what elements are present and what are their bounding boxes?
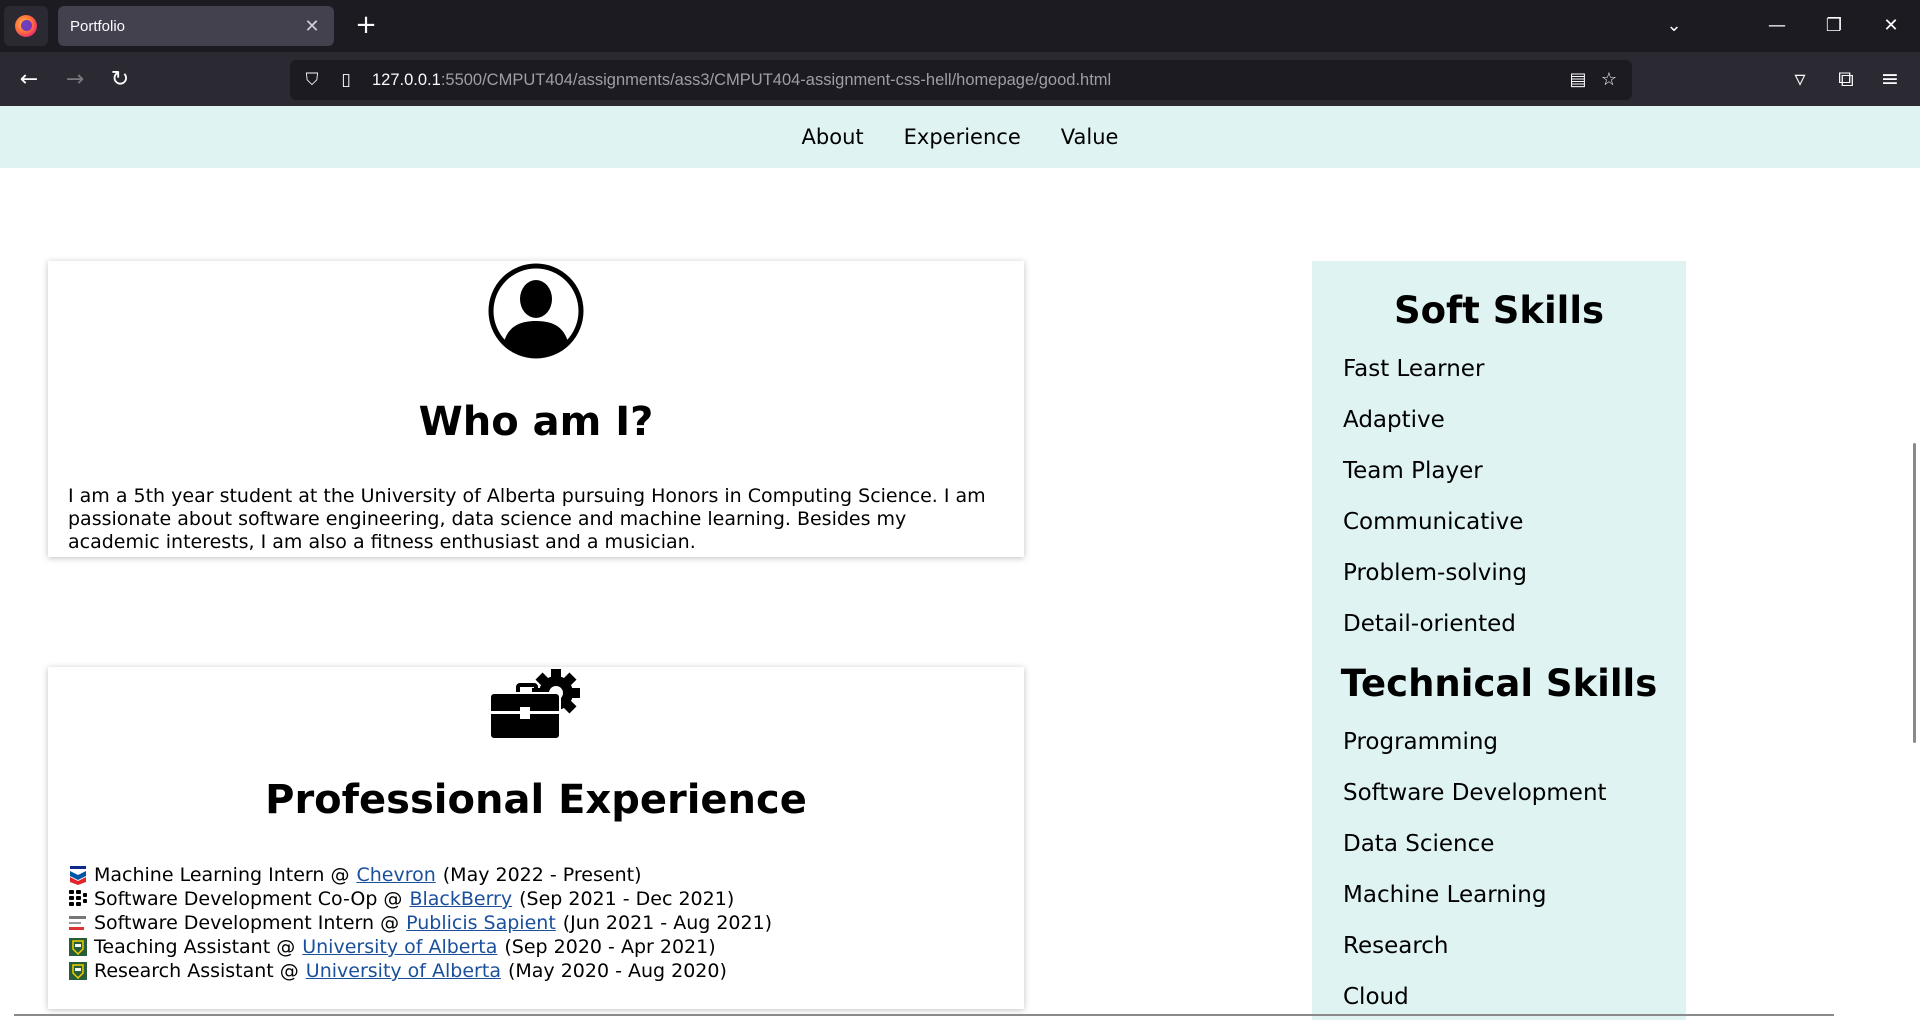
soft-skill-item: Adaptive bbox=[1343, 407, 1445, 433]
experience-role: Teaching Assistant @ bbox=[94, 936, 296, 958]
close-window-icon[interactable]: ✕ bbox=[1876, 12, 1906, 40]
technical-skill-item: Data Science bbox=[1343, 831, 1495, 857]
nav-link-about[interactable]: About bbox=[802, 125, 864, 149]
app-menu-icon[interactable]: ≡ bbox=[1876, 66, 1904, 94]
technical-skill-item: Research bbox=[1343, 933, 1449, 959]
url-text[interactable]: 127.0.0.1:5500/CMPUT404/assignments/ass3… bbox=[372, 71, 1111, 90]
experience-role: Research Assistant @ bbox=[94, 960, 299, 982]
technical-skills-title: Technical Skills bbox=[1340, 662, 1658, 705]
soft-skill-item: Communicative bbox=[1343, 509, 1524, 535]
url-path: :5500/CMPUT404/assignments/ass3/CMPUT404… bbox=[440, 70, 1112, 89]
list-tabs-icon[interactable]: ⌄ bbox=[1659, 12, 1689, 40]
soft-skill-item: Fast Learner bbox=[1343, 356, 1485, 382]
new-tab-icon[interactable]: + bbox=[350, 10, 382, 42]
url-host: 127.0.0.1 bbox=[372, 70, 441, 89]
back-icon[interactable]: ← bbox=[15, 66, 43, 94]
web-page: About Experience Value Who am I? I am a … bbox=[0, 106, 1920, 1020]
technical-skill-item: Cloud bbox=[1343, 984, 1409, 1010]
restore-icon[interactable]: ❐ bbox=[1819, 12, 1849, 40]
shield-icon[interactable]: ⛉ bbox=[300, 70, 324, 90]
soft-skill-item: Team Player bbox=[1343, 458, 1483, 484]
bookmark-star-icon[interactable]: ☆ bbox=[1597, 69, 1621, 90]
browser-tab[interactable]: Portfolio ✕ bbox=[58, 6, 334, 46]
technical-skill-item: Programming bbox=[1343, 729, 1499, 755]
ualberta-logo-icon bbox=[68, 937, 88, 957]
company-link-ualberta[interactable]: University of Alberta bbox=[302, 935, 497, 959]
soft-skills-title: Soft Skills bbox=[1393, 289, 1605, 332]
minimize-icon[interactable]: — bbox=[1762, 12, 1792, 40]
company-link-publicis-sapient[interactable]: Publicis Sapient bbox=[406, 911, 556, 935]
experience-dates: (May 2020 - Aug 2020) bbox=[507, 960, 727, 982]
blackberry-logo-icon bbox=[68, 889, 88, 909]
page-icon[interactable]: ▯ bbox=[334, 70, 358, 90]
about-title: Who am I? bbox=[418, 399, 654, 445]
experience-item: Research Assistant @ University of Alber… bbox=[68, 959, 1004, 983]
forward-icon[interactable]: → bbox=[61, 66, 89, 94]
soft-skill-item: Problem-solving bbox=[1343, 560, 1527, 586]
experience-item: Software Development Intern @ Publicis S… bbox=[68, 911, 1004, 935]
briefcase-gear-icon bbox=[489, 669, 580, 740]
ualberta-logo-icon bbox=[68, 961, 88, 981]
experience-item: Machine Learning Intern @ Chevron (May 2… bbox=[68, 863, 1004, 887]
tab-title: Portfolio bbox=[70, 17, 126, 35]
url-bar[interactable]: ⛉ ▯ 127.0.0.1:5500/CMPUT404/assignments/… bbox=[290, 60, 1632, 100]
close-tab-icon[interactable]: ✕ bbox=[302, 16, 322, 37]
experience-dates: (Sep 2021 - Dec 2021) bbox=[519, 888, 735, 910]
vertical-scrollbar[interactable] bbox=[1913, 443, 1916, 743]
horizontal-scrollbar[interactable] bbox=[14, 1014, 1834, 1016]
experience-role: Software Development Intern @ bbox=[94, 912, 400, 934]
chevron-logo-icon bbox=[68, 865, 88, 885]
nav-link-value[interactable]: Value bbox=[1061, 125, 1119, 149]
technical-skill-item: Software Development bbox=[1343, 780, 1607, 806]
reader-view-icon[interactable]: ▤ bbox=[1566, 69, 1590, 90]
company-link-blackberry[interactable]: BlackBerry bbox=[409, 887, 512, 911]
site-nav: About Experience Value bbox=[0, 106, 1920, 168]
experience-dates: (May 2022 - Present) bbox=[442, 864, 642, 886]
extensions-icon[interactable]: ⧉ bbox=[1832, 66, 1860, 94]
nav-link-experience[interactable]: Experience bbox=[904, 125, 1021, 149]
experience-role: Software Development Co-Op @ bbox=[94, 888, 403, 910]
experience-dates: (Sep 2020 - Apr 2021) bbox=[504, 936, 716, 958]
company-link-chevron[interactable]: Chevron bbox=[356, 863, 435, 887]
reload-icon[interactable]: ↻ bbox=[106, 66, 134, 94]
firefox-icon bbox=[15, 15, 37, 37]
about-text: I am a 5th year student at the Universit… bbox=[68, 485, 986, 553]
skills-panel: Soft Skills Fast Learner Adaptive Team P… bbox=[1312, 261, 1686, 1020]
experience-item: Software Development Co-Op @ BlackBerry … bbox=[68, 887, 1004, 911]
pocket-icon[interactable]: ▿ bbox=[1786, 66, 1814, 94]
experience-card: Professional Experience Machine Learning… bbox=[48, 667, 1024, 1009]
user-icon bbox=[488, 263, 584, 359]
publicis-sapient-logo-icon bbox=[68, 913, 88, 933]
soft-skill-item: Detail-oriented bbox=[1343, 611, 1516, 637]
experience-dates: (Jun 2021 - Aug 2021) bbox=[562, 912, 773, 934]
firefox-menu-button[interactable] bbox=[4, 6, 48, 46]
experience-role: Machine Learning Intern @ bbox=[94, 864, 350, 886]
browser-tab-bar: Portfolio ✕ + ⌄ — ❐ ✕ bbox=[0, 0, 1920, 52]
about-card: Who am I? I am a 5th year student at the… bbox=[48, 261, 1024, 557]
experience-item: Teaching Assistant @ University of Alber… bbox=[68, 935, 1004, 959]
technical-skill-item: Machine Learning bbox=[1343, 882, 1547, 908]
experience-title: Professional Experience bbox=[265, 777, 807, 823]
experience-list: Machine Learning Intern @ Chevron (May 2… bbox=[48, 863, 1024, 983]
company-link-ualberta[interactable]: University of Alberta bbox=[306, 959, 501, 983]
